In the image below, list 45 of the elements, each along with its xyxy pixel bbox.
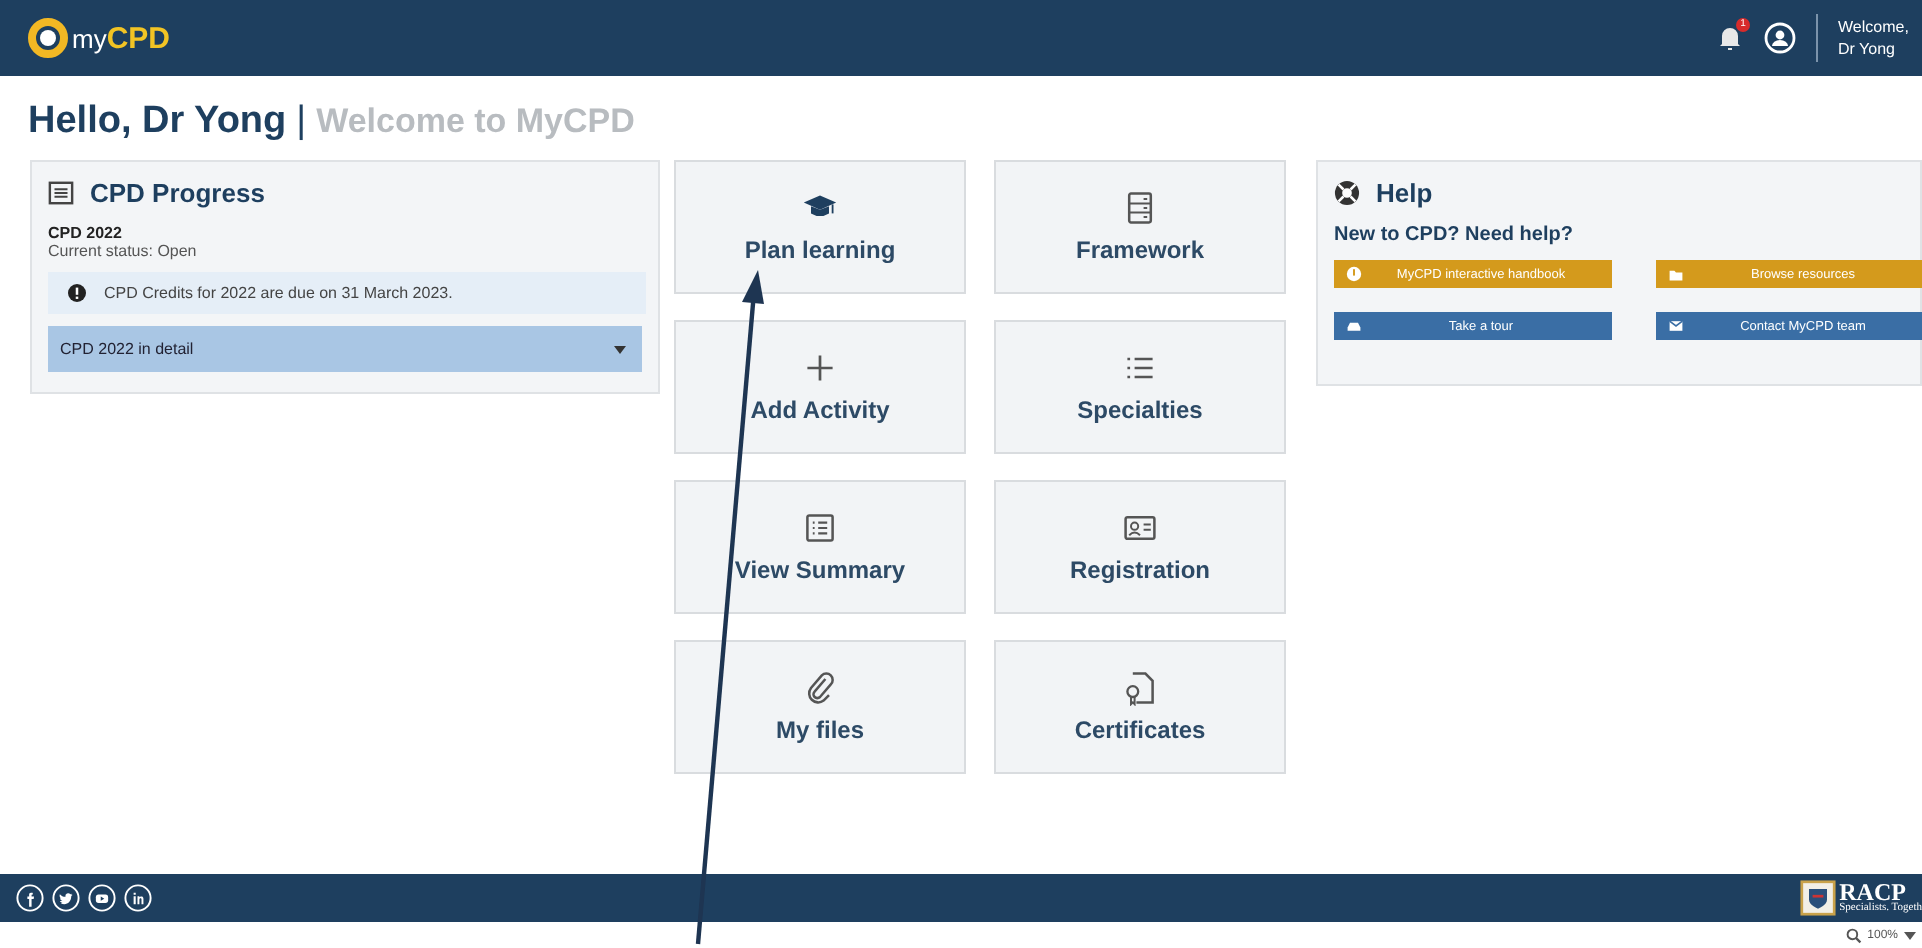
- linkedin-icon[interactable]: [124, 884, 152, 912]
- cycle-year: CPD 2022: [48, 224, 124, 242]
- cycle-dropdown[interactable]: CPD 2022 in detail: [48, 326, 642, 372]
- tile-button[interactable]: Specialties: [994, 320, 1286, 454]
- logo-text[interactable]: myCPD: [72, 21, 171, 55]
- tile-button[interactable]: Certificates: [994, 640, 1286, 774]
- card-title: Help: [1376, 178, 1433, 208]
- tile-button[interactable]: Add Activity: [674, 320, 966, 454]
- list-icon: [48, 180, 74, 206]
- tile-button[interactable]: Registration: [994, 480, 1286, 614]
- id-card-icon: [1122, 510, 1158, 546]
- help-question: New to CPD? Need help?: [1334, 224, 1575, 246]
- info-icon: [68, 284, 86, 302]
- dropdown-label: CPD 2022 in detail: [60, 340, 194, 358]
- folder-icon: [1668, 266, 1684, 282]
- tile-button[interactable]: My files: [674, 640, 966, 774]
- caret-icon[interactable]: [1904, 931, 1916, 939]
- info-icon: [1346, 266, 1362, 282]
- status-text: Current status: Open: [48, 242, 199, 260]
- tile-button[interactable]: Framework: [994, 160, 1286, 294]
- tile-button[interactable]: Plan learning: [674, 160, 966, 294]
- greeting-subtitle: Welcome to MyCPD: [316, 102, 635, 142]
- notice-text: CPD Credits for 2022 are due on 31 March 2023.: [104, 284, 453, 302]
- heading-separator: |: [296, 100, 307, 144]
- document-list-icon: [802, 510, 838, 546]
- paperclip-icon: [802, 670, 838, 706]
- certificate-icon: [1122, 670, 1158, 706]
- plus-icon: [802, 350, 838, 386]
- greeting-heading: Hello, Dr Yong: [28, 100, 287, 144]
- logo-icon[interactable]: [28, 18, 68, 58]
- brand-name: RACP: [1839, 880, 1906, 905]
- zoom-icon[interactable]: [1845, 927, 1862, 943]
- twitter-icon[interactable]: [52, 884, 80, 912]
- tile-button[interactable]: View Summary: [674, 480, 966, 614]
- lifebuoy-icon: [1334, 180, 1360, 206]
- envelope-icon: [1668, 318, 1684, 334]
- youtube-icon[interactable]: [88, 884, 116, 912]
- bell-icon[interactable]: [1716, 24, 1744, 52]
- welcome-text[interactable]: Welcome, Dr Yong: [1838, 16, 1922, 60]
- caret-icon: [614, 345, 626, 353]
- crest-icon[interactable]: [1799, 880, 1836, 916]
- user-icon[interactable]: [1764, 22, 1796, 54]
- facebook-icon[interactable]: [16, 884, 44, 912]
- card-title: CPD Progress: [90, 178, 265, 208]
- server-icon: [1122, 190, 1158, 226]
